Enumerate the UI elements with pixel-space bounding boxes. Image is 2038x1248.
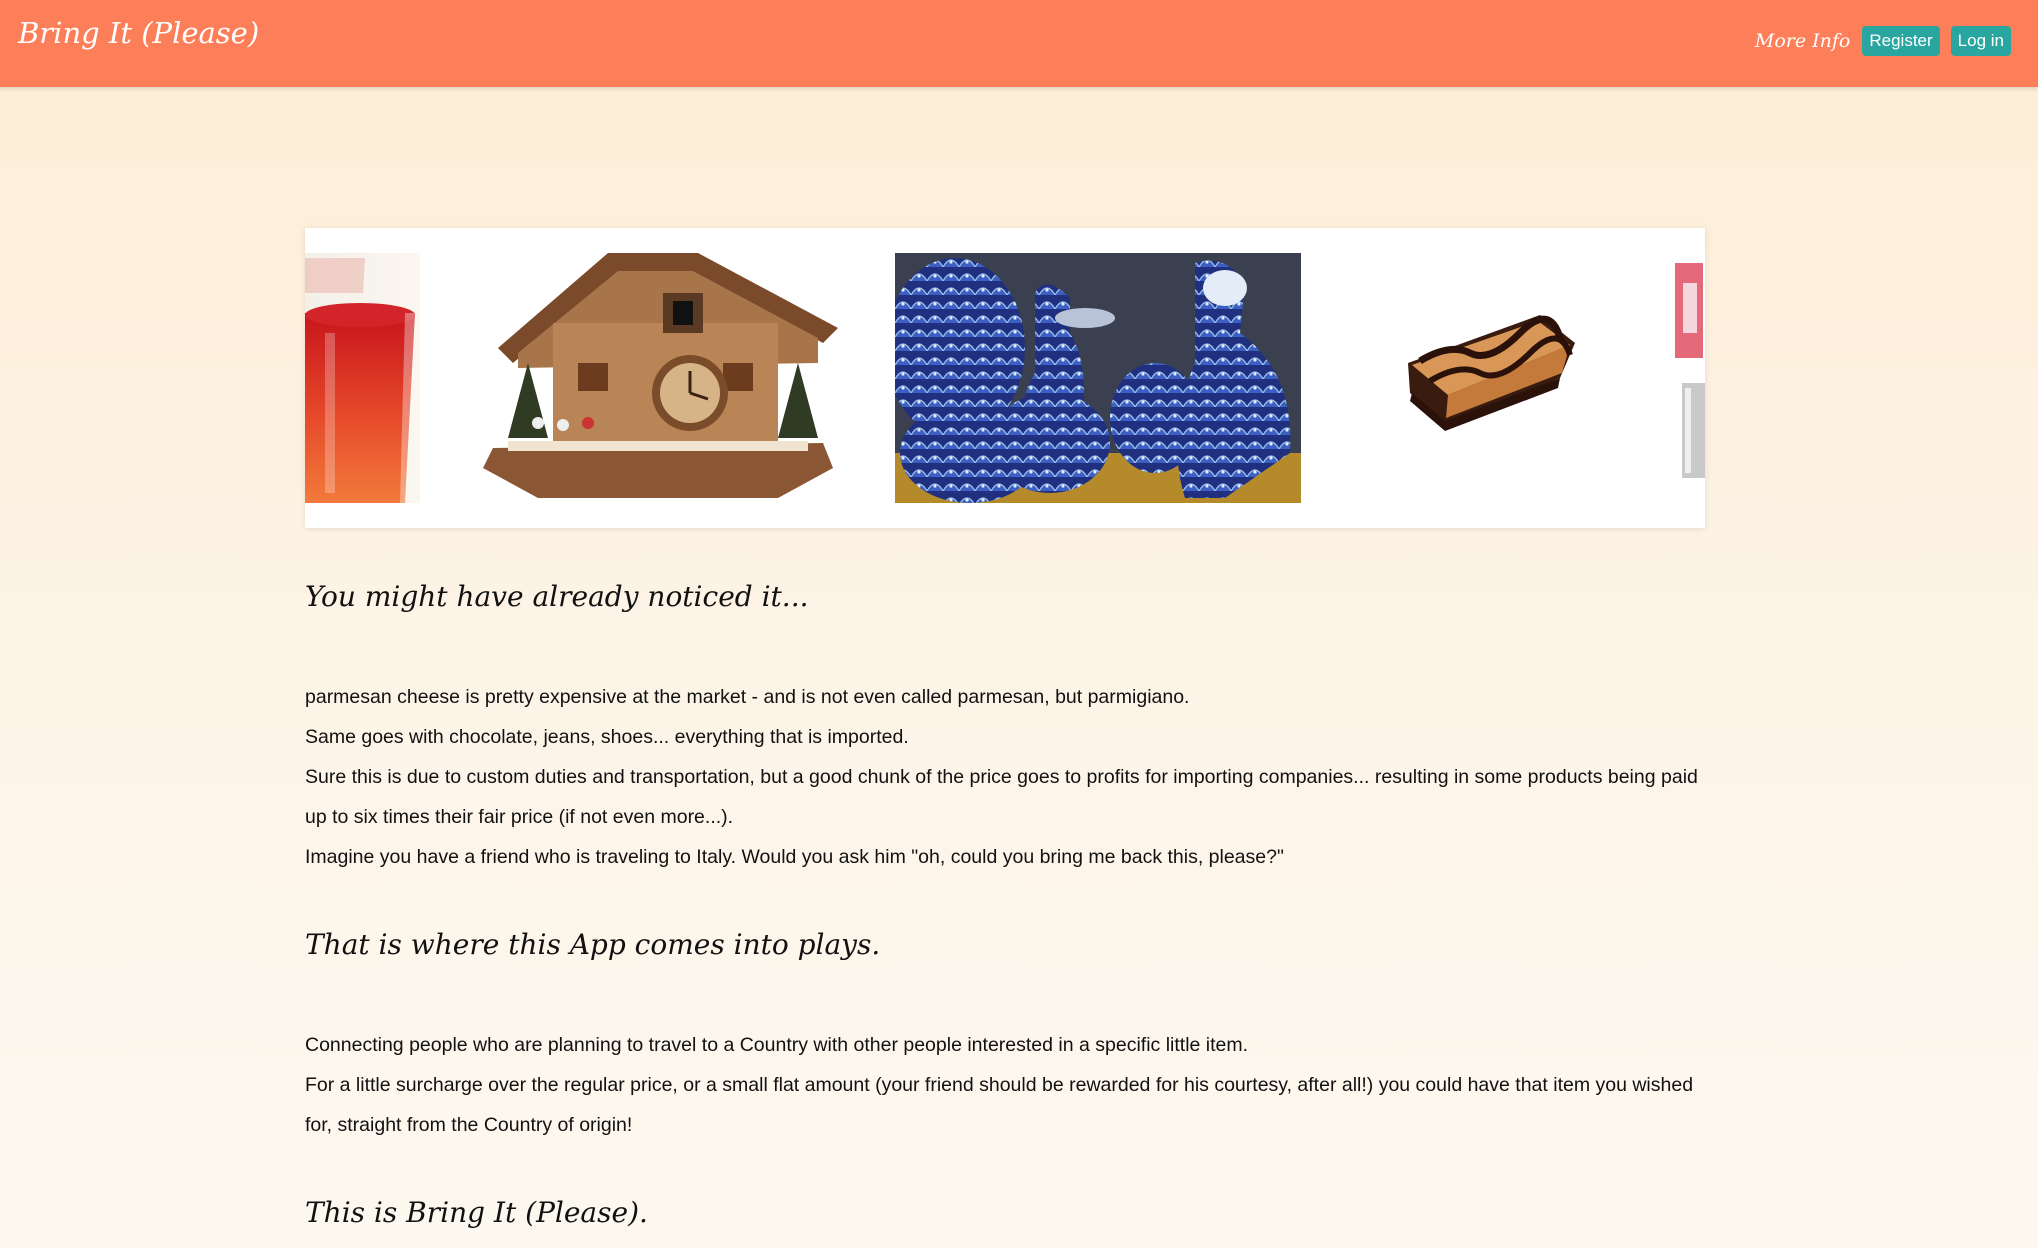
paragraph-line: Same goes with chocolate, jeans, shoes..… — [305, 726, 909, 748]
nav-actions: More Info Register Log in — [1755, 26, 2011, 56]
paragraph-line: parmesan cheese is pretty expensive at t… — [305, 686, 1190, 708]
paragraph-line: for, straight from the Country of origin… — [305, 1114, 633, 1136]
slide-red-drink-glass — [305, 253, 420, 503]
more-info-link[interactable]: More Info — [1755, 30, 1850, 52]
product-carousel[interactable] — [305, 228, 1705, 528]
paragraph-line: Imagine you have a friend who is traveli… — [305, 846, 1284, 868]
login-button[interactable]: Log in — [1950, 26, 2011, 56]
intro-content: You might have already noticed it... par… — [305, 580, 1755, 1229]
paragraph-line: Sure this is due to custom duties and tr… — [305, 766, 1698, 788]
paragraph-line: Connecting people who are planning to tr… — [305, 1034, 1249, 1056]
section-heading-noticed: You might have already noticed it... — [305, 580, 809, 613]
slide-cuckoo-clock — [478, 253, 840, 503]
slide-chocolate-cake-bar — [1400, 303, 1600, 453]
top-navbar: Bring It (Please) More Info Register Log… — [0, 0, 2038, 87]
cuckoo-clock-image — [478, 253, 840, 503]
brand-logo[interactable]: Bring It (Please) — [18, 16, 259, 50]
section-heading-app: That is where this App comes into plays. — [305, 928, 881, 961]
slide-partial-product — [1675, 263, 1705, 503]
red-drink-glass-image — [305, 253, 420, 503]
paragraph-line: up to six times their fair price (if not… — [305, 806, 734, 828]
persian-vases-image — [895, 253, 1301, 503]
paragraph-line: For a little surcharge over the regular … — [305, 1074, 1694, 1096]
partial-product-image — [1675, 263, 1705, 503]
section-heading-brand: This is Bring It (Please). — [305, 1196, 648, 1229]
chocolate-cake-image — [1400, 303, 1600, 453]
slide-persian-enamel-vases — [895, 253, 1301, 503]
register-button[interactable]: Register — [1862, 26, 1940, 56]
